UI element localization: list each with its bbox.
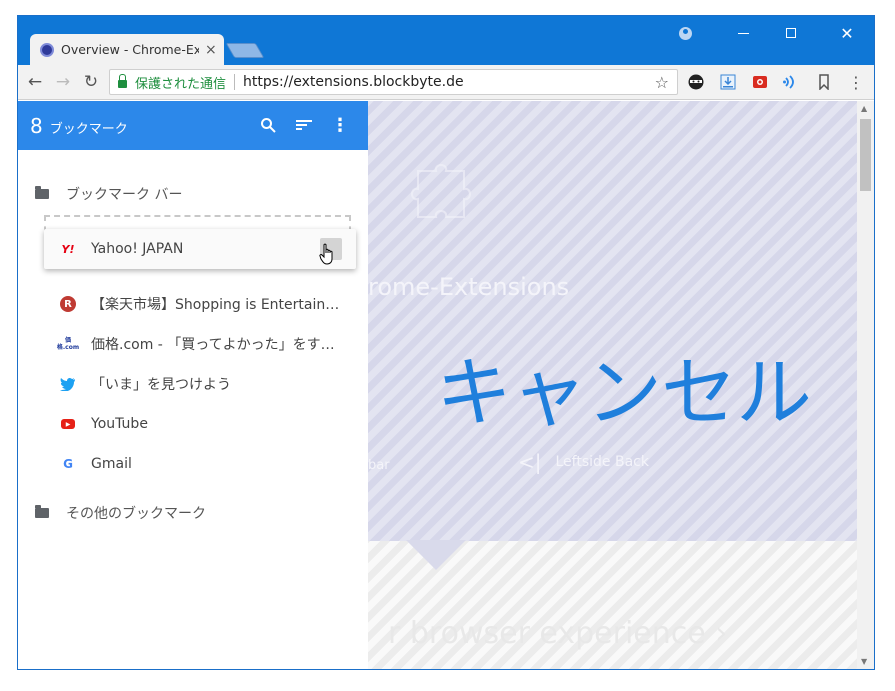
folder-other-bookmarks[interactable]: その他のブックマーク: [18, 498, 368, 528]
bookmark-item-gmail[interactable]: G Gmail: [18, 444, 368, 484]
bookmark-label: 「いま」を見つけよう: [91, 377, 231, 393]
folder-bookmarks-bar[interactable]: ブックマーク バー: [18, 179, 368, 209]
back-button[interactable]: ←: [24, 71, 46, 93]
address-bar[interactable]: 保護された通信 https://extensions.blockbyte.de …: [109, 69, 678, 95]
scroll-up-icon[interactable]: ▲: [861, 104, 867, 113]
puzzle-icon: [411, 164, 471, 218]
bookmark-icon[interactable]: [815, 73, 833, 91]
close-window-button[interactable]: ✕: [836, 24, 858, 43]
back-arrow-icon: <|: [518, 450, 542, 474]
tab-overview[interactable]: Overview - Chrome-Ex ×: [30, 34, 224, 65]
faint-left-label: bar: [368, 458, 390, 473]
reload-button[interactable]: ↻: [80, 71, 102, 93]
chrome-menu-icon[interactable]: ⋮: [847, 73, 865, 92]
url-text[interactable]: https://extensions.blockbyte.de: [243, 74, 464, 90]
panel-menu-icon[interactable]: ⋮: [330, 115, 350, 136]
hero-notch: [406, 540, 466, 570]
bookmark-item-youtube[interactable]: ▶ YouTube: [18, 404, 368, 444]
folder-icon: [35, 186, 49, 199]
faint-browser-text: r browser experience ›: [388, 616, 728, 651]
youtube-favicon-icon: ▶: [60, 416, 76, 432]
extension-wifi-icon[interactable]: [781, 73, 799, 91]
faint-back-text: Leftside Back: [555, 454, 649, 470]
browser-window: Overview - Chrome-Ex × ✕ ← → ↻ 保護された通信 h…: [17, 15, 875, 670]
scroll-down-icon[interactable]: ▼: [861, 657, 867, 666]
bookmark-label: 【楽天市場】Shopping is Entertain…: [91, 297, 340, 313]
forward-button[interactable]: →: [52, 71, 74, 93]
sort-icon[interactable]: [294, 115, 314, 135]
folder-icon: [35, 505, 49, 518]
scroll-thumb[interactable]: [860, 119, 871, 191]
twitter-bird-icon: [60, 376, 76, 392]
bookmark-count: 8: [30, 113, 43, 138]
bookmark-label: 価格.com - 「買ってよかった」をす…: [91, 337, 335, 353]
bookmark-item-rakuten[interactable]: R 【楽天市場】Shopping is Entertain…: [18, 284, 368, 324]
kakaku-favicon-icon: 価格.com: [56, 337, 80, 351]
page-content: rome-Extensions キャンセル bar <| Leftside Ba…: [368, 101, 874, 669]
panel-header: 8 ブックマーク ⋮: [18, 101, 368, 150]
maximize-button[interactable]: [780, 24, 802, 42]
lock-icon: [118, 74, 127, 88]
tab-close-icon[interactable]: ×: [205, 42, 217, 58]
folder-label: その他のブックマーク: [66, 506, 206, 522]
panel-title: ブックマーク: [49, 122, 128, 137]
secure-label: 保護された通信: [135, 76, 227, 92]
faint-back-label: <| Leftside Back: [518, 450, 649, 474]
browser-toolbar: ← → ↻ 保護された通信 https://extensions.blockby…: [18, 65, 874, 100]
minimize-button[interactable]: [732, 24, 754, 42]
star-icon[interactable]: ☆: [655, 73, 669, 92]
bookmark-label: YouTube: [91, 416, 148, 432]
cancel-overlay-text: キャンセル: [436, 348, 812, 437]
hand-cursor-icon: [319, 243, 333, 265]
search-icon[interactable]: [258, 115, 278, 135]
page-scrollbar[interactable]: ▲ ▼: [857, 101, 874, 669]
tab-favicon-icon: [40, 42, 54, 57]
bookmark-label: Yahoo! JAPAN: [91, 241, 184, 257]
rakuten-favicon-icon: R: [60, 296, 76, 312]
yahoo-favicon-icon: Y!: [61, 242, 75, 256]
bookmark-label: Gmail: [91, 456, 132, 472]
bookmark-item-kakaku[interactable]: 価格.com 価格.com - 「買ってよかった」をす…: [18, 324, 368, 364]
bookmark-item-twitter[interactable]: 「いま」を見つけよう: [18, 364, 368, 404]
new-tab-button[interactable]: [225, 43, 265, 58]
omnibox-divider: [234, 74, 236, 90]
google-favicon-icon: G: [63, 457, 73, 471]
extension-ninja-icon[interactable]: [687, 73, 705, 91]
title-bar: Overview - Chrome-Ex × ✕: [18, 16, 874, 65]
tab-title: Overview - Chrome-Ex: [61, 42, 199, 57]
folder-label: ブックマーク バー: [66, 187, 183, 203]
extension-download-icon[interactable]: [719, 73, 737, 91]
dragging-bookmark-yahoo[interactable]: Y! Yahoo! JAPAN: [44, 229, 356, 269]
profile-icon[interactable]: [674, 24, 696, 42]
bookmarks-side-panel: 8 ブックマーク ⋮ ブックマーク バー R 【楽天市場】Shopping is…: [18, 101, 368, 669]
faint-page-title: rome-Extensions: [368, 273, 570, 301]
extension-red-icon[interactable]: [751, 73, 769, 91]
